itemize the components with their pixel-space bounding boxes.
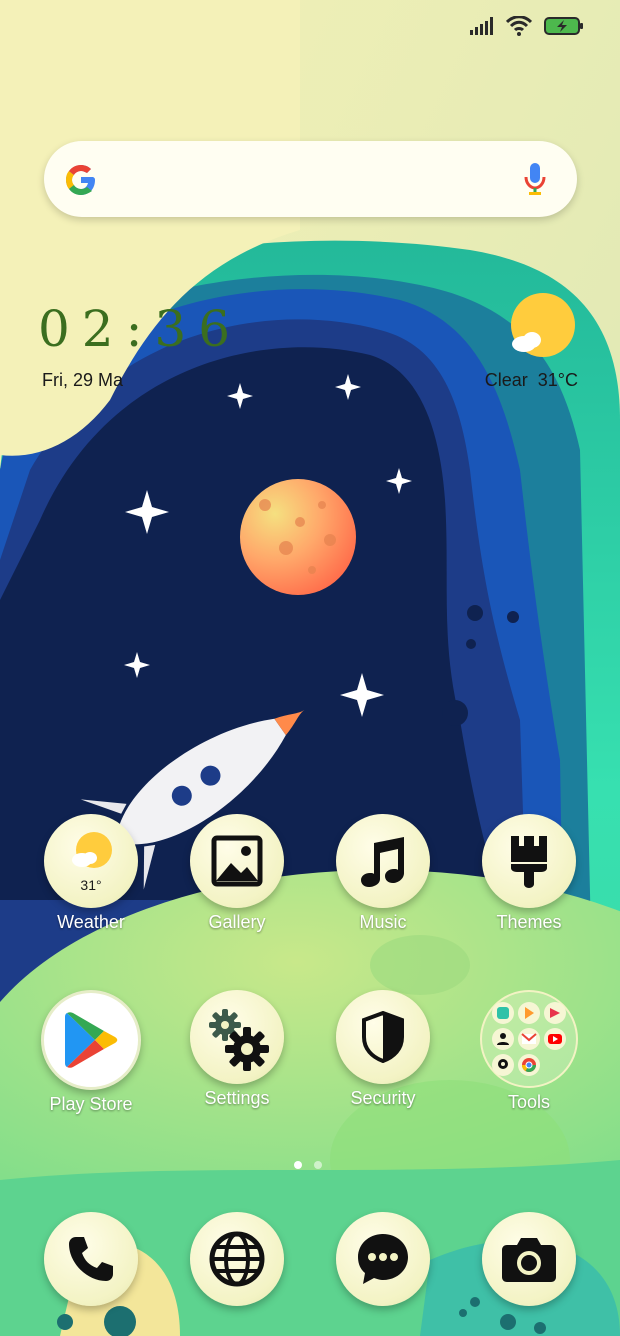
mini-movies-icon bbox=[544, 1002, 566, 1024]
google-logo-icon bbox=[66, 165, 95, 195]
app-label: Play Store bbox=[49, 1094, 133, 1114]
mini-play-icon bbox=[518, 1002, 540, 1024]
mic-icon[interactable] bbox=[523, 161, 547, 197]
gears-icon bbox=[209, 1009, 269, 1071]
app-label: Themes bbox=[496, 912, 562, 932]
weather-condition: Clear bbox=[484, 370, 528, 390]
weather-widget[interactable] bbox=[508, 292, 578, 363]
mini-gmail-icon bbox=[518, 1028, 540, 1050]
app-themes[interactable]: Themes bbox=[459, 814, 599, 933]
google-search-bar[interactable] bbox=[44, 141, 577, 217]
app-label: Weather bbox=[57, 912, 125, 932]
battery-charging-icon bbox=[544, 17, 583, 35]
app-label: Gallery bbox=[208, 912, 266, 932]
weather-icon: 31° bbox=[44, 814, 138, 908]
app-label: Settings bbox=[204, 1088, 270, 1108]
sun-cloud-icon bbox=[511, 293, 575, 357]
signal-icon bbox=[470, 17, 493, 35]
messages-icon bbox=[358, 1234, 408, 1284]
wifi-icon bbox=[506, 16, 532, 36]
page-indicator bbox=[294, 1161, 322, 1169]
page-dot[interactable] bbox=[314, 1161, 322, 1169]
app-settings[interactable]: Settings bbox=[167, 990, 307, 1109]
app-label: Tools bbox=[507, 1092, 551, 1112]
gallery-icon bbox=[211, 835, 263, 887]
mini-chrome-icon bbox=[518, 1054, 540, 1076]
shield-icon bbox=[362, 1011, 404, 1063]
app-music[interactable]: Music bbox=[313, 814, 453, 933]
weather-widget-text[interactable]: Clear 31°C bbox=[485, 370, 578, 391]
app-weather[interactable]: 31° Weather bbox=[21, 814, 161, 933]
mini-contacts-icon bbox=[492, 1028, 514, 1050]
page-dot-active[interactable] bbox=[294, 1161, 302, 1169]
mini-youtube-icon bbox=[544, 1028, 566, 1050]
app-gallery[interactable]: Gallery bbox=[167, 814, 307, 933]
app-tools-folder[interactable]: Tools bbox=[459, 990, 599, 1113]
brush-icon bbox=[511, 836, 547, 888]
app-play-store[interactable]: Play Store bbox=[21, 990, 161, 1115]
music-note-icon bbox=[361, 837, 404, 887]
dock-phone[interactable] bbox=[21, 1212, 161, 1306]
dock-browser[interactable] bbox=[167, 1212, 307, 1306]
clock-time[interactable]: 02:36 bbox=[38, 300, 242, 358]
folder-icon bbox=[480, 990, 578, 1088]
status-bar bbox=[470, 16, 584, 36]
phone-icon bbox=[69, 1237, 113, 1281]
app-label: Security bbox=[350, 1088, 416, 1108]
weather-temp-badge: 31° bbox=[80, 877, 102, 893]
dock-camera[interactable] bbox=[459, 1212, 599, 1306]
play-store-icon bbox=[65, 1012, 118, 1068]
dock-messages[interactable] bbox=[313, 1212, 453, 1306]
weather-temperature: 31°C bbox=[537, 370, 578, 390]
globe-icon bbox=[209, 1231, 265, 1287]
clock-date: Fri, 29 Ma bbox=[42, 370, 124, 390]
app-security[interactable]: Security bbox=[313, 990, 453, 1109]
mini-scanner-icon bbox=[492, 1002, 514, 1024]
camera-icon bbox=[502, 1238, 556, 1282]
mini-webcam-icon bbox=[492, 1054, 514, 1076]
app-label: Music bbox=[359, 912, 407, 932]
